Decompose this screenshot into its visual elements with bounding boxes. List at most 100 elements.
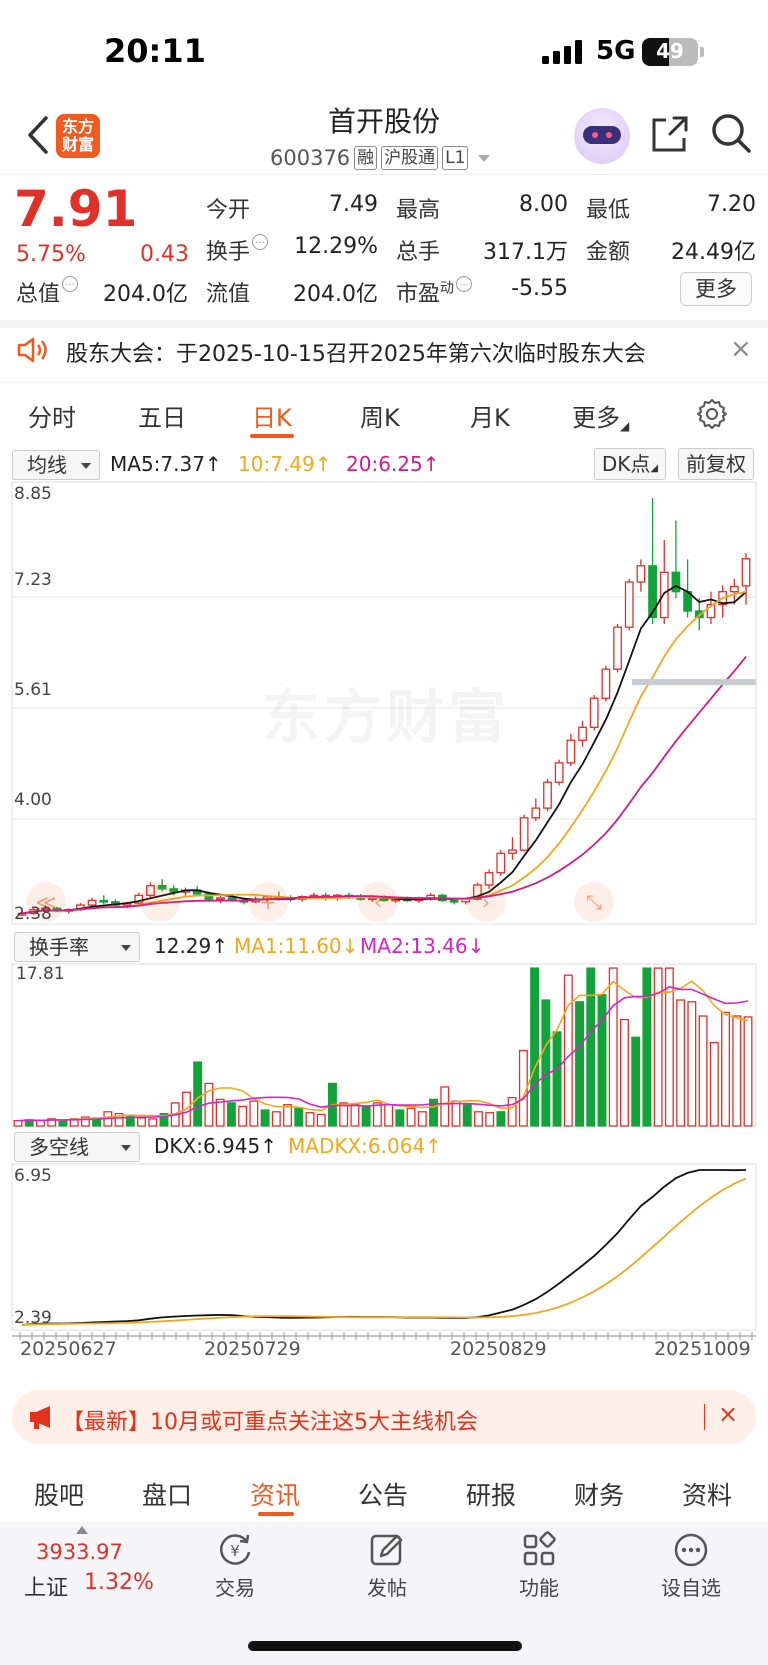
info-icon: … [456, 276, 473, 292]
next-icon-glyph: › [482, 890, 490, 914]
turnover-bar [687, 1001, 697, 1127]
turnover-bar [575, 1001, 585, 1127]
tab-day-k[interactable]: 日K [252, 398, 292, 433]
add-watchlist-button[interactable]: 设自选 [646, 1530, 736, 1601]
turnover-bar [608, 967, 618, 1127]
change-amount: 0.43 [140, 242, 189, 267]
turnover-bar [226, 1102, 236, 1127]
turnover-value: 12.29↑ [154, 934, 229, 958]
post-button[interactable]: 发帖 [342, 1530, 432, 1601]
turnover-bar [473, 1111, 483, 1127]
megaphone-icon [30, 1406, 50, 1429]
label-volume: 总手 [396, 240, 441, 265]
more-quote-button[interactable]: 更多 [680, 272, 752, 306]
index-percent[interactable]: 1.32% [84, 1570, 154, 1595]
turnover-bar [395, 1109, 405, 1127]
turnover-bar [305, 1112, 315, 1127]
turnover-ma1: MA1:11.60↓ [234, 934, 359, 958]
value-open: 7.49 [329, 192, 378, 217]
function-button[interactable]: 功能 [494, 1530, 584, 1601]
candle [601, 668, 611, 699]
speaker-icon [17, 337, 47, 363]
btab-announcement[interactable]: 公告 [338, 1476, 428, 1512]
close-icon[interactable]: × [718, 1400, 738, 1428]
divider [0, 320, 768, 328]
candle [624, 581, 634, 628]
value-amount: 24.49亿 [671, 240, 756, 265]
turnover-ma2: MA2:13.46↓ [360, 934, 485, 958]
dkx-line [21, 1169, 747, 1326]
trade-icon: ¥ [220, 1534, 251, 1565]
btab-guba[interactable]: 股吧 [14, 1476, 104, 1512]
madkx-line [21, 1177, 747, 1326]
turnover-bar [507, 1096, 517, 1127]
value-turnover: 12.29% [294, 234, 378, 259]
label-turnover[interactable]: 换手… [206, 234, 269, 266]
share-icon[interactable] [650, 114, 690, 154]
banner-text[interactable]: 【最新】10月或可重点关注这5大主线机会 [62, 1404, 478, 1436]
date-label: 20250829 [450, 1338, 547, 1360]
candle [554, 762, 564, 783]
notice-text[interactable]: 股东大会：于2025-10-15召开2025年第六次临时股东大会 [66, 336, 646, 368]
tag-margin: 融 [354, 146, 378, 170]
turnover-bar [384, 1104, 394, 1127]
turnover-bar [698, 1015, 708, 1127]
battery-icon: 49 [642, 38, 698, 66]
tag-level: L1 [442, 146, 469, 170]
candle [508, 849, 517, 854]
chevron-down-icon [478, 154, 491, 162]
btab-news[interactable]: 资讯 [230, 1476, 320, 1512]
close-icon[interactable]: × [730, 334, 752, 364]
turnover-bar [361, 1105, 371, 1127]
value-volume: 317.1万 [483, 240, 568, 265]
value-pe: -5.55 [511, 276, 568, 301]
btab-pankou[interactable]: 盘口 [122, 1476, 212, 1512]
dkx-frame [11, 1163, 757, 1331]
divider [704, 1404, 705, 1430]
y-label-min: 2.38 [14, 904, 52, 924]
tab-month-k[interactable]: 月K [470, 398, 510, 433]
date-label: 20250627 [20, 1338, 117, 1360]
watermark: 东方财富 [262, 670, 510, 754]
kline-chart-area[interactable]: ≪ — + ‹ › ⤡ [0, 450, 768, 1380]
index-name[interactable]: 上证 [24, 1570, 68, 1602]
btab-research[interactable]: 研报 [446, 1476, 536, 1512]
index-value[interactable]: 3933.97 [36, 1540, 123, 1564]
y-label-2: 7.23 [14, 570, 52, 590]
label-market-cap[interactable]: 总值… [16, 276, 79, 308]
dkx-select[interactable]: 多空线 [14, 1132, 140, 1162]
turnover-bar [137, 1117, 147, 1127]
tab-timeshare[interactable]: 分时 [28, 398, 76, 433]
network-label: 5G [596, 36, 636, 66]
current-price: 7.91 [14, 180, 138, 238]
turnover-bar [451, 1100, 461, 1127]
search-icon[interactable] [710, 112, 752, 154]
tab-underline [250, 434, 294, 438]
y-label-max: 8.85 [14, 484, 52, 504]
edit-icon [370, 1534, 403, 1566]
change-percent: 5.75% [16, 242, 86, 267]
turnover-select[interactable]: 换手率 [14, 932, 140, 962]
tab-week-k[interactable]: 周K [360, 398, 400, 433]
dkx-min-label: 2.39 [14, 1308, 52, 1328]
gear-icon[interactable] [696, 398, 728, 430]
more-dots-icon [674, 1533, 708, 1567]
value-low: 7.20 [707, 192, 756, 217]
label-open: 今开 [206, 198, 251, 223]
turnover-bar [417, 1111, 427, 1127]
btab-finance[interactable]: 财务 [554, 1476, 644, 1512]
tab-five-day[interactable]: 五日 [138, 398, 186, 433]
stock-code: 600376 [270, 146, 351, 170]
label-pe[interactable]: 市盈动… [396, 276, 473, 308]
home-indicator [248, 1641, 522, 1651]
turnover-bar [642, 967, 652, 1127]
btab-profile[interactable]: 资料 [662, 1476, 752, 1512]
label-high: 最高 [396, 198, 441, 223]
turnover-bar [563, 974, 573, 1127]
stock-code-row[interactable]: 600376 融 沪股通 L1 [270, 144, 491, 172]
turnover-bar [485, 1112, 495, 1127]
tab-more[interactable]: 更多◢ [572, 398, 629, 433]
assistant-avatar[interactable] [574, 108, 630, 164]
trade-button[interactable]: ¥ 交易 [190, 1530, 280, 1601]
candle [87, 899, 97, 906]
